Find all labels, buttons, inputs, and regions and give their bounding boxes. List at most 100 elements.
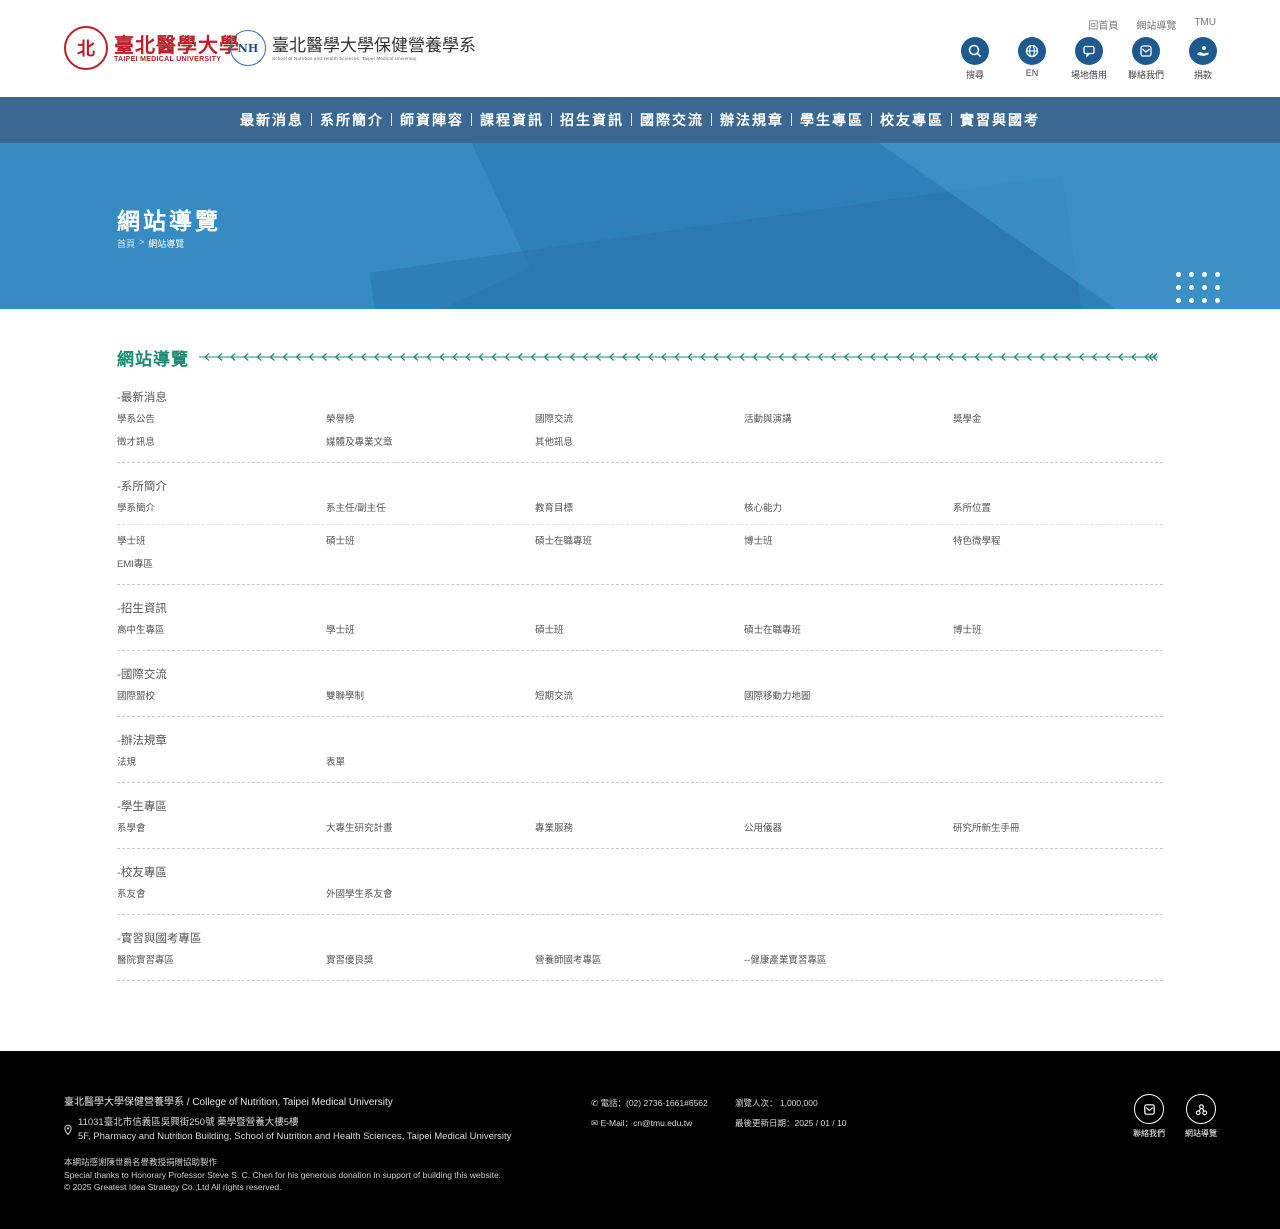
page-title: 網站導覽: [117, 208, 221, 234]
footer-sitemap-button[interactable]: 網站導覽: [1185, 1094, 1217, 1139]
sitemap-link[interactable]: 獎學金: [953, 408, 1162, 431]
sitemap-group-title[interactable]: -招生資訊: [117, 597, 1163, 619]
sitemap-link[interactable]: 表單: [326, 751, 535, 774]
sitemap-link[interactable]: 碩士班: [535, 619, 744, 642]
sitemap-group-title[interactable]: -系所簡介: [117, 475, 1163, 497]
sitemap-link[interactable]: 國際移動力地圖: [744, 685, 953, 708]
nav-alumni[interactable]: 校友專區: [871, 110, 952, 130]
sitemap-group-title[interactable]: -國際交流: [117, 663, 1163, 685]
footer-address-en: 5F, Pharmacy and Nutrition Building, Sch…: [78, 1131, 512, 1142]
sitemap-link-grid: 系學會 大專生研究計畫 專業服務 公用儀器 研究所新生手冊: [117, 817, 1163, 840]
footer-sitemap-label: 網站導覽: [1185, 1129, 1217, 1138]
sitemap-link[interactable]: 公用儀器: [744, 817, 953, 840]
sitemap-group-title[interactable]: -最新消息: [117, 386, 1163, 408]
sitemap-link[interactable]: 榮譽榜: [326, 408, 535, 431]
location-pin-icon: [64, 1124, 72, 1136]
nav-courses[interactable]: 課程資訊: [471, 110, 552, 130]
sitemap-group-title[interactable]: -校友專區: [117, 861, 1163, 883]
sitemap-link[interactable]: 大專生研究計畫: [326, 817, 535, 840]
sitemap-group: -學生專區 系學會 大專生研究計畫 專業服務 公用儀器 研究所新生手冊: [117, 783, 1163, 849]
sitemap-link[interactable]: 系友會: [117, 883, 326, 906]
sitemap-link[interactable]: 研究所新生手冊: [953, 817, 1162, 840]
nav-regulations[interactable]: 辦法規章: [711, 110, 792, 130]
tmu-logo-text: 臺北醫學大學 TAIPEI MEDICAL UNIVERSITY: [114, 34, 240, 63]
sitemap-link[interactable]: 營養師國考專區: [535, 949, 744, 972]
language-button[interactable]: EN: [1013, 37, 1051, 81]
donate-label: 捐款: [1193, 70, 1212, 80]
sitemap-link[interactable]: EMI專區: [117, 553, 326, 576]
footer-org-name: 臺北醫學大學保健營養學系 / College of Nutrition, Tai…: [64, 1097, 393, 1108]
nav-internship[interactable]: 實習與國考: [951, 110, 1048, 130]
search-button[interactable]: 搜尋: [956, 37, 994, 81]
department-logo[interactable]: NH 臺北醫學大學保健營養學系 School of Nutrition and …: [230, 30, 476, 66]
sitemap-link[interactable]: 徵才訊息: [117, 431, 326, 454]
nav-faculty[interactable]: 師資陣容: [391, 110, 472, 130]
sitemap-link[interactable]: 特色微學程: [953, 530, 1162, 553]
sitemap-link[interactable]: 活動與演講: [744, 408, 953, 431]
sitemap-link[interactable]: 學系公告: [117, 408, 326, 431]
sitemap-link[interactable]: 網站導覽: [1136, 17, 1176, 32]
sitemap-link[interactable]: 短期交流: [535, 685, 744, 708]
nav-about[interactable]: 系所簡介: [311, 110, 392, 130]
sitemap-link[interactable]: 博士班: [953, 619, 1162, 642]
sitemap-link[interactable]: 核心能力: [744, 497, 953, 520]
footer-credit-en: Special thanks to Honorary Professor Ste…: [64, 1169, 502, 1180]
sitemap-link[interactable]: 雙聯學制: [326, 685, 535, 708]
sitemap-link[interactable]: 系所位置: [953, 497, 1162, 520]
footer-contact-button[interactable]: 聯絡我們: [1133, 1094, 1165, 1139]
sitemap-link[interactable]: 實習優良獎: [326, 949, 535, 972]
sitemap-link[interactable]: 學士班: [117, 530, 326, 553]
donate-button[interactable]: 捐款: [1184, 37, 1222, 81]
sitemap-link[interactable]: --健康產業實習專區: [744, 949, 953, 972]
sitemap-link[interactable]: 其他訊息: [535, 431, 744, 454]
nav-admissions[interactable]: 招生資訊: [551, 110, 632, 130]
nav-students[interactable]: 學生專區: [791, 110, 872, 130]
sitemap-group-title[interactable]: -實習與國考專區: [117, 927, 1163, 949]
sitemap-link[interactable]: 博士班: [744, 530, 953, 553]
footer-address-lines: 11031臺北市信義區吳興街250號 藥學暨營養大樓5樓 5F, Pharmac…: [78, 1116, 511, 1144]
sitemap-link[interactable]: 碩士班: [326, 530, 535, 553]
section-header: 網站導覽: [117, 340, 1163, 374]
sitemap-link[interactable]: 學士班: [326, 619, 535, 642]
tmu-link[interactable]: TMU: [1194, 17, 1216, 32]
venue-rental-button[interactable]: 場地借用: [1070, 37, 1108, 81]
footer-phone-row: ✆ 電話：(02) 2736-1661#6562: [591, 1093, 708, 1113]
sitemap-link[interactable]: 國際盟校: [117, 685, 326, 708]
sitemap-link[interactable]: 學系簡介: [117, 497, 326, 520]
sitemap-icon: [1186, 1094, 1216, 1124]
footer-email[interactable]: E-Mail：cn@tmu.edu.tw: [600, 1118, 692, 1128]
site-header: 北 臺北醫學大學 TAIPEI MEDICAL UNIVERSITY NH 臺北…: [0, 0, 1280, 97]
arrow-line-decoration: [199, 352, 1163, 362]
nav-international[interactable]: 國際交流: [631, 110, 712, 130]
sitemap-link[interactable]: 法規: [117, 751, 326, 774]
sitemap-link[interactable]: 碩士在職專班: [744, 619, 953, 642]
footer-contact-label: 聯絡我們: [1133, 1129, 1165, 1138]
home-link[interactable]: 回首頁: [1088, 17, 1118, 32]
footer-address-cn: 11031臺北市信義區吳興街250號 藥學暨營養大樓5樓: [78, 1117, 299, 1128]
footer-phone: 電話：(02) 2736-1661#6562: [600, 1098, 708, 1108]
sitemap-link[interactable]: 碩士在職專班: [535, 530, 744, 553]
sitemap-link[interactable]: 高中生專區: [117, 619, 326, 642]
sitemap-link[interactable]: 系主任/副主任: [326, 497, 535, 520]
breadcrumb-separator: >: [139, 237, 145, 247]
department-name-cn: 臺北醫學大學保健營養學系: [272, 35, 476, 56]
sitemap-link[interactable]: 醫院實習專區: [117, 949, 326, 972]
sitemap-link[interactable]: 系學會: [117, 817, 326, 840]
sitemap-link-grid: 醫院實習專區 實習優良獎 營養師國考專區 --健康產業實習專區: [117, 949, 1163, 972]
sitemap-link[interactable]: 外國學生系友會: [326, 883, 535, 906]
nav-news[interactable]: 最新消息: [232, 110, 312, 130]
tmu-logo[interactable]: 北 臺北醫學大學 TAIPEI MEDICAL UNIVERSITY: [64, 26, 240, 70]
sitemap-group: -辦法規章 法規 表單: [117, 717, 1163, 783]
sitemap-group-title[interactable]: -學生專區: [117, 795, 1163, 817]
sitemap-group-title[interactable]: -辦法規章: [117, 729, 1163, 751]
breadcrumb-home[interactable]: 首頁: [117, 237, 135, 250]
contact-button[interactable]: 聯絡我們: [1127, 37, 1165, 81]
sitemap-group: -實習與國考專區 醫院實習專區 實習優良獎 營養師國考專區 --健康產業實習專區: [117, 915, 1163, 981]
sitemap-link[interactable]: 專業服務: [535, 817, 744, 840]
sitemap-link[interactable]: 國際交流: [535, 408, 744, 431]
sitemap-link[interactable]: 媒體及專業文章: [326, 431, 535, 454]
section-title: 網站導覽: [117, 349, 189, 369]
sitemap-link-grid: 高中生專區 學士班 碩士班 碩士在職專班 博士班: [117, 619, 1163, 642]
mail-icon: [1134, 1094, 1164, 1124]
sitemap-link[interactable]: 教育目標: [535, 497, 744, 520]
